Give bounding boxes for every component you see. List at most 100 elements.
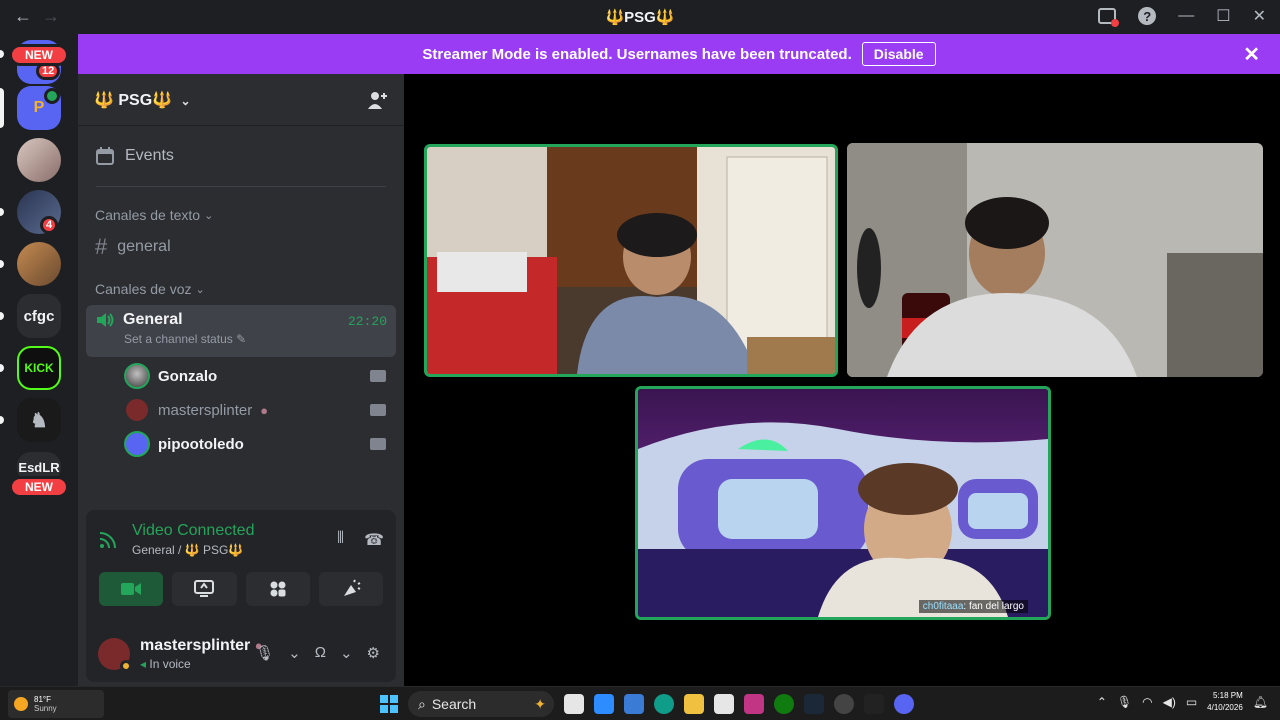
video-active-icon [44,88,60,104]
zoom-icon[interactable] [594,694,614,714]
channel-general-text[interactable]: # general [86,229,396,265]
user-controls: 🎙︎ ⌄ Ω ⌄ ⚙ [255,644,380,662]
video-tile-gonzalo[interactable] [424,144,838,377]
server-dino[interactable]: ♞ [17,398,61,442]
soundboard-button[interactable] [318,572,383,606]
guild-name[interactable]: 🔱 PSG🔱 ⌄ [94,90,191,110]
disable-streamer-mode-button[interactable]: Disable [861,42,936,66]
taskbar-search[interactable]: ⌕ Search ✦ [408,691,554,717]
volume-icon[interactable]: ◀) [1163,695,1176,709]
guild-header[interactable]: 🔱 PSG🔱 ⌄ [78,74,404,126]
server-kick[interactable]: KICK [17,346,61,390]
close-window-button[interactable]: ✕ [1253,6,1266,26]
sun-icon [14,697,28,711]
server-kick-label: KICK [24,361,54,375]
voice-user-name: Gonzalo [158,367,218,385]
window-controls: ? — ☐ ✕ [1098,6,1266,27]
server-cfgc-label: cfgc [23,307,55,325]
outlook-icon[interactable] [624,694,644,714]
voice-user-name: mastersplinter [158,401,253,419]
voice-user-gonzalo[interactable]: Gonzalo [86,359,396,393]
steam-icon[interactable] [804,694,824,714]
chrome-icon[interactable] [834,694,854,714]
user-status-text: In voice [149,657,191,671]
headphones-icon[interactable]: Ω [315,644,326,662]
trident-icon: 🔱 [94,91,114,109]
camera-icon [370,438,386,450]
activities-button[interactable] [245,572,310,606]
voice-buttons [86,566,396,612]
user-panel: mastersplinter ● ◂ In voice 🎙︎ ⌄ Ω ⌄ ⚙ [86,626,396,682]
capcut-icon[interactable] [864,694,884,714]
screen-share-button[interactable] [172,572,237,606]
voice-user-name: pipootoledo [158,435,244,453]
banner-message: Streamer Mode is enabled. Usernames have… [422,45,852,63]
trident-icon: 🔱 [605,9,625,26]
noise-suppression-icon[interactable]: ⦀ [337,530,344,550]
screen-share-icon [194,580,215,597]
store-icon[interactable] [714,694,734,714]
task-view-icon[interactable] [564,694,584,714]
chevron-down-icon[interactable]: ⌄ [340,644,353,662]
voice-user-mastersplinter[interactable]: mastersplinter ● [86,393,396,427]
clock[interactable]: 5:18 PM 4/10/2026 [1207,690,1243,714]
video-tile-mastersplinter[interactable]: ch0fitaaa: fan del largo [635,386,1051,620]
unread-pip [0,50,4,58]
unread-pip [0,364,4,372]
voice-channel-general[interactable]: General Set a channel status ✎ 22:20 [86,305,396,357]
battery-icon[interactable]: ▭ [1186,695,1197,709]
settings-gear-icon[interactable]: ⚙ [367,644,380,662]
minimize-button[interactable]: — [1178,7,1194,25]
close-banner-icon[interactable]: ✕ [1243,42,1260,67]
video-tile-pipootoledo[interactable] [847,143,1263,377]
dm-avatar-3[interactable] [17,242,61,286]
unread-pip [0,312,4,320]
help-icon[interactable]: ? [1138,7,1157,25]
video-feed [847,143,1263,377]
search-label: Search [431,696,477,712]
channel-status[interactable]: Set a channel status ✎ [95,332,387,346]
category-voice-channels[interactable]: Canales de voz ⌄ [86,275,396,303]
voice-status-icon: ◂ [140,657,147,671]
trident-icon: 🔱 [655,9,675,26]
xbox-icon[interactable] [774,694,794,714]
search-highlight-icon: ✦ [534,695,546,712]
microphone-icon[interactable]: 🎙︎ [255,644,274,662]
disconnect-icon[interactable]: ☎ [364,530,384,550]
chevron-down-icon[interactable]: ⌄ [288,644,301,662]
weather-widget[interactable]: 81°F Sunny [8,690,104,718]
camera-toggle-button[interactable] [99,572,164,606]
user-name[interactable]: mastersplinter ● [140,637,263,655]
edge-icon[interactable] [654,694,674,714]
inbox-icon[interactable] [1098,8,1120,27]
user-avatar[interactable] [98,638,132,672]
microphone-icon[interactable]: 🎙︎ [1117,695,1132,709]
file-explorer-icon[interactable] [684,694,704,714]
category-label: Canales de texto [95,207,201,223]
discord-icon[interactable] [894,694,914,714]
speaker-icon [97,313,114,327]
category-text-channels[interactable]: Canales de texto ⌄ [86,201,396,229]
server-cfgc[interactable]: cfgc [17,294,61,338]
maximize-button[interactable]: ☐ [1216,6,1230,26]
voice-status: Video Connected General / 🔱 PSG🔱 ⦀ ☎ [86,510,396,566]
instagram-icon[interactable] [744,694,764,714]
server-psg-label: P [33,99,45,116]
pencil-icon: ✎ [236,332,247,346]
add-member-icon[interactable] [366,90,388,110]
weather-temp: 81°F [34,695,51,704]
voice-user-pipootoledo[interactable]: pipootoledo [86,427,396,461]
dm-avatar-1[interactable] [17,138,61,182]
wifi-icon[interactable]: ◠ [1142,695,1152,709]
camera-icon [370,404,386,416]
notification-bell-icon[interactable]: 🔔︎ [1253,695,1268,709]
trident-icon: 🔱 [152,91,173,109]
voice-status-title[interactable]: Video Connected [132,522,254,540]
windows-start-icon[interactable] [380,695,398,713]
chevron-up-icon[interactable]: ⌃ [1097,695,1107,709]
voice-connection-panel: Video Connected General / 🔱 PSG🔱 ⦀ ☎ mas… [86,510,396,682]
signal-icon [99,532,116,549]
voice-status-subtitle[interactable]: General / 🔱 PSG🔱 [132,543,254,557]
events-item[interactable]: Events [86,136,396,176]
voice-actions: ⦀ ☎ [337,530,384,550]
